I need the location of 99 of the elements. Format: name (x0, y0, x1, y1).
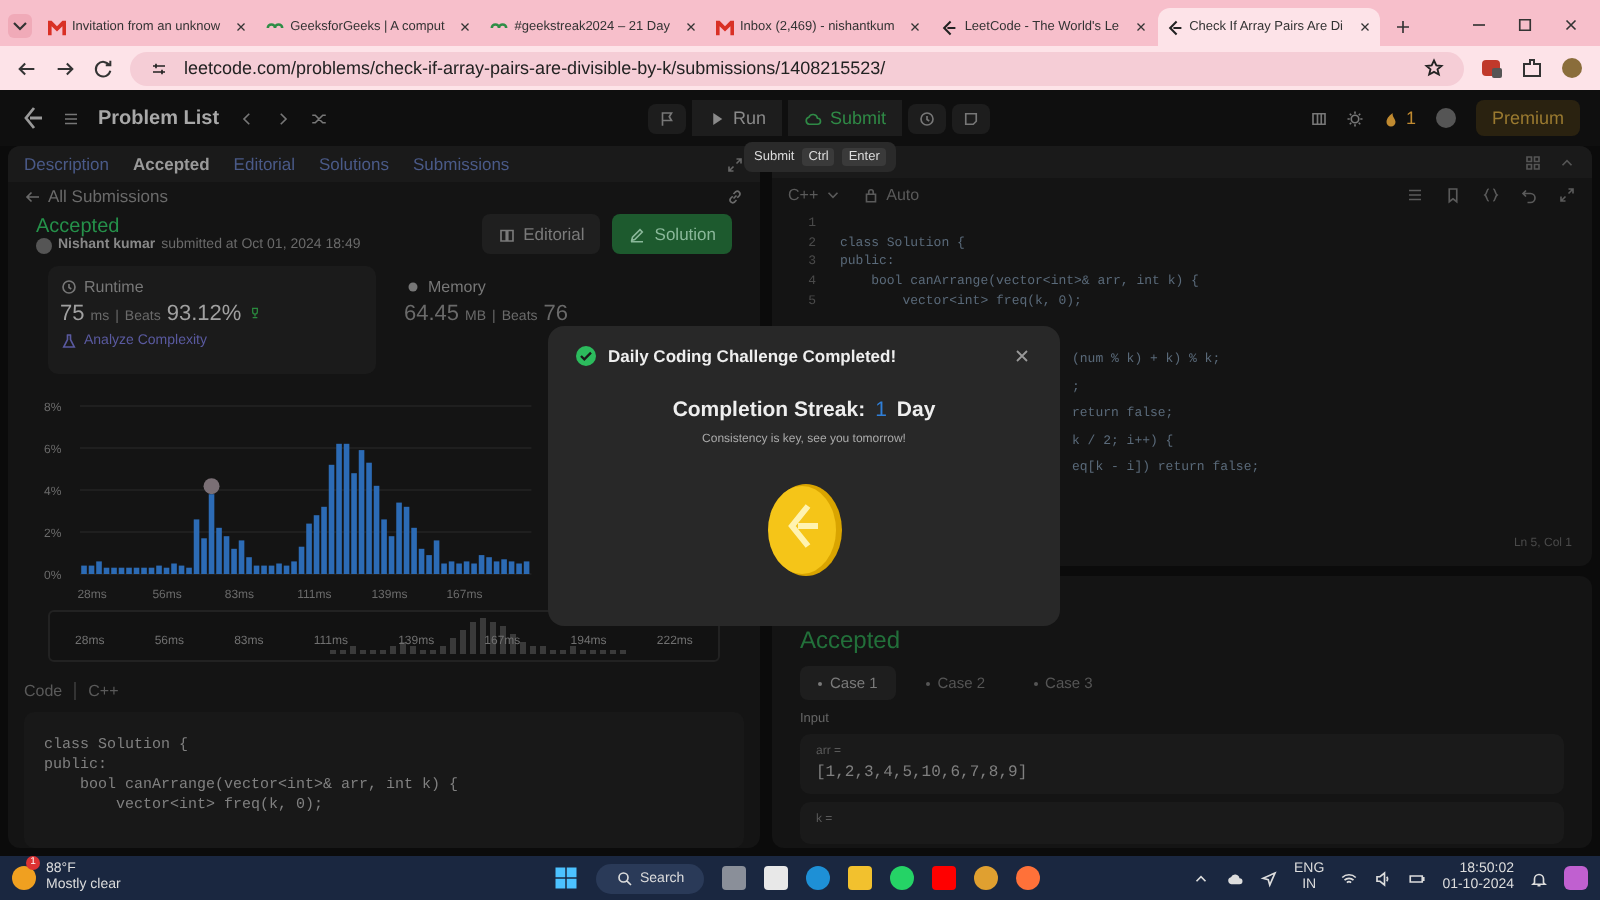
language-label: C++ (88, 682, 119, 700)
close-button[interactable] (1012, 346, 1032, 366)
auto-mode-toggle[interactable]: Auto (862, 185, 920, 203)
bell-icon[interactable] (1530, 869, 1548, 887)
panel-tab[interactable]: Solutions (319, 154, 389, 174)
problem-list-link[interactable]: Problem List (98, 107, 220, 129)
search-icon (616, 869, 634, 887)
undo-icon[interactable] (1520, 185, 1538, 203)
close-icon[interactable] (683, 20, 698, 34)
browser-icon[interactable] (974, 866, 999, 890)
battery-icon[interactable] (1408, 869, 1427, 887)
lock-icon (862, 185, 881, 203)
layout-icon[interactable] (1309, 109, 1328, 127)
status-text: Accepted (36, 215, 120, 237)
back-arrow-icon (24, 187, 42, 205)
close-icon[interactable] (1133, 20, 1148, 34)
note-icon (962, 109, 981, 127)
speaker-icon[interactable] (1374, 869, 1393, 887)
streak-count: 1 (875, 398, 887, 422)
browser-icon[interactable] (806, 866, 831, 890)
location-icon[interactable] (1260, 869, 1279, 887)
premium-button[interactable]: Premium (1475, 100, 1580, 136)
wifi-icon[interactable] (1340, 869, 1359, 887)
code-label: Code (24, 682, 77, 700)
streak-label: Completion Streak: (672, 398, 866, 422)
clock-icon (60, 278, 78, 296)
cloud-icon[interactable] (1226, 869, 1245, 887)
clock-icon (918, 109, 937, 127)
dialog-title: Daily Coding Challenge Completed! (608, 346, 899, 366)
start-icon[interactable] (554, 866, 578, 890)
back-button[interactable] (16, 57, 38, 79)
panel-tab[interactable]: Submissions (412, 154, 510, 174)
close-icon[interactable] (458, 20, 473, 34)
store-icon[interactable] (764, 866, 789, 890)
memory-label: Memory (404, 278, 486, 296)
user-avatar (36, 237, 52, 253)
browser-icon[interactable] (1016, 866, 1041, 890)
profile-avatar[interactable] (1560, 56, 1584, 80)
link-icon[interactable] (726, 187, 744, 205)
previous-button[interactable] (237, 109, 256, 127)
cloud-icon (804, 109, 823, 127)
panel-tab[interactable]: Description (24, 154, 110, 174)
close-icon[interactable] (908, 20, 923, 34)
extension-icon[interactable] (1480, 56, 1504, 80)
beats-percent: 76 (543, 302, 569, 326)
flag-icon (657, 109, 675, 127)
maximize-button[interactable] (1516, 16, 1534, 34)
close-icon[interactable] (1357, 20, 1372, 34)
bookmark-star-icon[interactable] (1424, 58, 1444, 78)
all-submissions-link[interactable]: All Submissions (24, 186, 168, 206)
memory-value: 64.45 (404, 302, 460, 326)
editorial-button[interactable]: Editorial (481, 214, 601, 254)
new-tab-button[interactable] (1393, 18, 1412, 36)
run-button[interactable]: Run (691, 100, 783, 136)
shuffle-icon[interactable] (309, 109, 328, 127)
weather-icon[interactable] (12, 866, 36, 890)
language-dropdown[interactable]: C++ (788, 185, 843, 203)
close-button[interactable] (1562, 16, 1580, 34)
runtime-label: Runtime (60, 278, 144, 296)
beats-percent: 93.12% (166, 302, 242, 326)
runtime-value: 75 (60, 302, 85, 326)
folder-icon[interactable] (848, 866, 873, 890)
video-app-icon[interactable] (932, 866, 957, 890)
close-icon[interactable] (234, 20, 249, 34)
panel-tab[interactable]: Editorial (233, 154, 296, 174)
bookmark-icon[interactable] (1444, 185, 1462, 203)
pencil-icon (628, 225, 647, 243)
book-icon (497, 225, 516, 243)
copilot-icon[interactable] (1564, 866, 1588, 890)
braces-icon[interactable] (1482, 185, 1500, 203)
trophy-icon (247, 306, 262, 320)
solution-button[interactable]: Solution (612, 214, 732, 254)
flask-icon (60, 332, 78, 350)
task-view-icon[interactable] (722, 866, 747, 890)
play-icon (707, 109, 725, 127)
tab-search-button[interactable] (8, 14, 32, 38)
expand-icon[interactable] (726, 155, 744, 173)
streak-unit: Day (896, 398, 936, 422)
result-status: Accepted (800, 626, 903, 654)
forward-button[interactable] (54, 57, 76, 79)
timer-button[interactable] (908, 103, 947, 133)
site-settings-icon[interactable] (150, 59, 168, 77)
check-icon (576, 346, 596, 366)
submit-button[interactable]: Submit (788, 100, 903, 136)
format-icon[interactable] (1406, 185, 1424, 203)
streak-counter[interactable]: 1 (1381, 108, 1416, 128)
coin-icon (764, 482, 844, 578)
expand-icon[interactable] (1558, 185, 1576, 203)
reload-button[interactable] (92, 57, 114, 79)
chat-app-icon[interactable] (890, 866, 915, 890)
panel-tab[interactable]: Accepted (133, 154, 210, 174)
your-runtime-marker (203, 478, 220, 495)
mail-icon (715, 19, 734, 35)
list-icon[interactable] (62, 109, 80, 127)
debug-button[interactable] (647, 103, 685, 133)
notes-button[interactable] (952, 103, 991, 133)
user-avatar[interactable] (1433, 106, 1458, 130)
mail-icon (48, 19, 66, 35)
parameter-value: [1,2,3,4,5,10,6,7,8,9] (816, 764, 1030, 782)
